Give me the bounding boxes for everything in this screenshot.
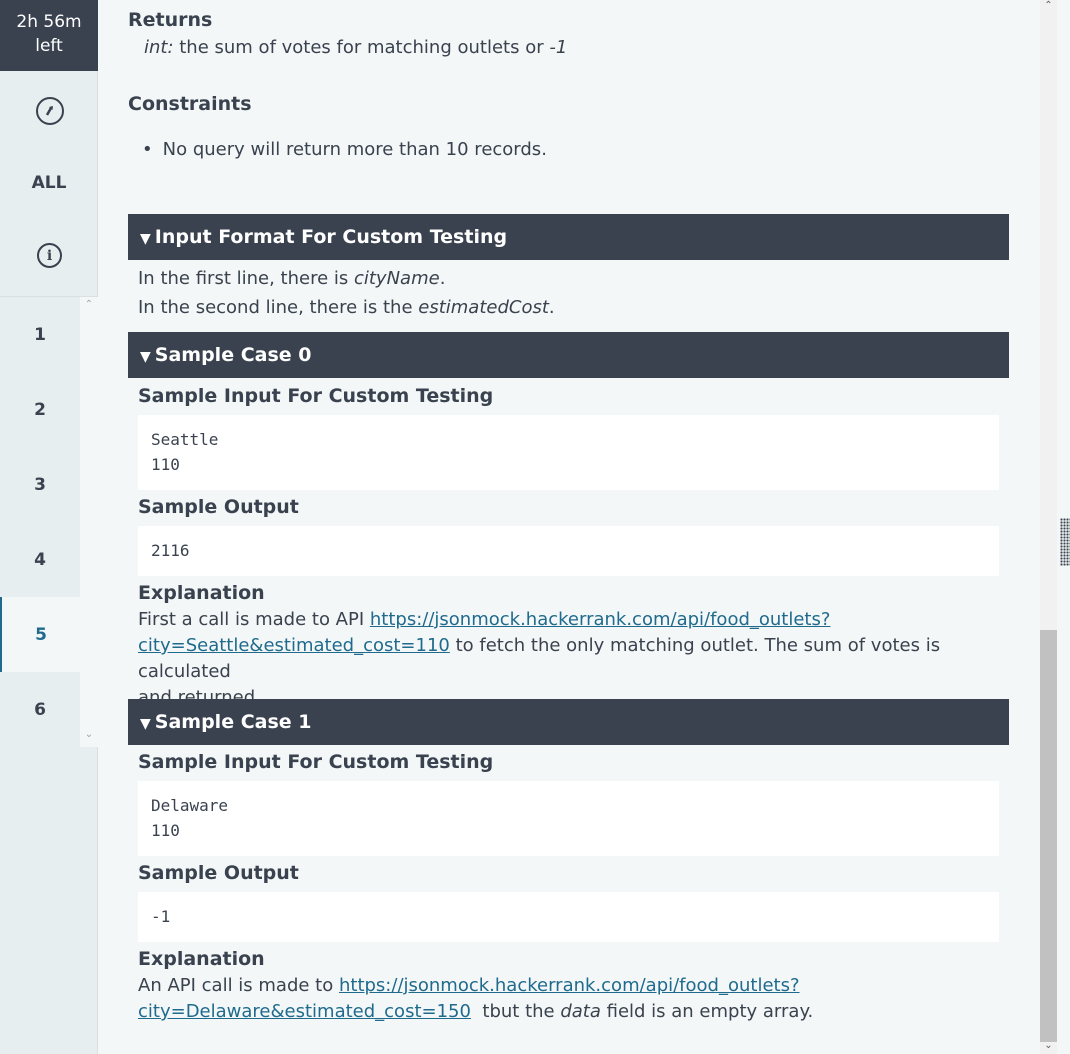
question-item-4[interactable]: 4 — [0, 522, 80, 597]
question-item-6[interactable]: 6 — [0, 672, 80, 747]
text: . — [548, 297, 555, 318]
sidebar: 2h 56m left ALL i 1 2 3 4 5 6 ⌃ ⌄ — [0, 0, 98, 1054]
question-list: 1 2 3 4 5 6 — [0, 297, 80, 747]
returns-heading: Returns — [128, 9, 213, 31]
returns-neg: -1 — [549, 37, 568, 58]
question-list-scrollbar[interactable]: ⌃ ⌄ — [80, 297, 98, 747]
page-scroll-down-icon[interactable]: ⌄ — [1040, 1040, 1057, 1051]
case0-input-block: Seattle 110 — [138, 415, 999, 490]
scroll-down-icon[interactable]: ⌄ — [83, 729, 95, 740]
sidebar-filler — [0, 747, 98, 1054]
redo-icon[interactable] — [36, 97, 64, 125]
text: field is an empty array. — [600, 1001, 814, 1022]
var-city-name: cityName — [353, 268, 440, 289]
var-estimated-cost: estimatedCost — [418, 297, 549, 318]
case1-explanation-text: An API call is made to https://jsonmock.… — [138, 973, 1008, 1025]
constraint-text: No query will return more than 10 record… — [162, 139, 547, 160]
returns-desc: the sum of votes for matching outlets or — [173, 37, 550, 58]
sidebar-tools: ALL i — [0, 71, 98, 297]
text: . — [439, 268, 446, 289]
page-scroll-up-icon[interactable]: ⌃ — [1040, 0, 1057, 11]
question-item-2[interactable]: 2 — [0, 372, 80, 447]
case1-input-line-2: 110 — [151, 821, 180, 840]
timer-value: 2h 56m — [16, 12, 82, 32]
text-line: First a call is made to API https://json… — [138, 607, 1008, 633]
case1-output-block: -1 — [138, 892, 999, 942]
input-format-line-1: In the first line, there is cityName. — [138, 265, 445, 292]
case0-explanation-heading: Explanation — [138, 582, 265, 604]
case1-input-heading: Sample Input For Custom Testing — [138, 751, 494, 773]
case1-input-line-1: Delaware — [151, 796, 229, 815]
case1-explanation-heading: Explanation — [138, 948, 265, 970]
input-format-line-2: In the second line, there is the estimat… — [138, 294, 555, 321]
constraint-item: • No query will return more than 10 recor… — [142, 136, 547, 163]
constraints-heading: Constraints — [128, 93, 252, 115]
case1-output-value: -1 — [151, 907, 171, 926]
var-data: data — [560, 1001, 601, 1022]
case0-input-line-2: 110 — [151, 455, 180, 474]
input-format-toggle[interactable]: ▼ Input Format For Custom Testing — [128, 214, 1009, 260]
bullet: • — [142, 139, 153, 160]
collapse-triangle-icon: ▼ — [140, 349, 151, 365]
text-line: city=Delaware&estimated_cost=150 tbut th… — [138, 999, 1008, 1025]
case1-output-heading: Sample Output — [138, 862, 299, 884]
text-line: An API call is made to https://jsonmock.… — [138, 973, 1008, 999]
sample-case-0-title: Sample Case 0 — [154, 344, 312, 366]
sample-case-0-toggle[interactable]: ▼ Sample Case 0 — [128, 332, 1009, 378]
case0-output-block: 2116 — [138, 526, 999, 576]
all-questions-button[interactable]: ALL — [0, 173, 98, 193]
text: First a call is made to API — [138, 609, 370, 630]
case0-output-heading: Sample Output — [138, 496, 299, 518]
redo-arrow-graphic — [45, 106, 53, 116]
text-line: city=Seattle&estimated_cost=110 to fetch… — [138, 633, 1008, 685]
timer-suffix: left — [35, 36, 63, 56]
text: In the second line, there is the — [138, 297, 419, 318]
question-item-1[interactable]: 1 — [0, 297, 80, 372]
text: An API call is made to — [138, 975, 339, 996]
case0-explanation-text: First a call is made to API https://json… — [138, 607, 1008, 711]
text: tbut the — [470, 1001, 561, 1022]
sample-case-1-title: Sample Case 1 — [154, 711, 312, 733]
case1-input-block: Delaware 110 — [138, 781, 999, 856]
question-item-3[interactable]: 3 — [0, 447, 80, 522]
case0-input-heading: Sample Input For Custom Testing — [138, 385, 494, 407]
collapse-triangle-icon: ▼ — [140, 231, 151, 247]
collapse-triangle-icon: ▼ — [140, 716, 151, 732]
scroll-up-icon[interactable]: ⌃ — [83, 299, 95, 310]
info-icon[interactable]: i — [37, 243, 62, 268]
returns-type: int: — [144, 37, 174, 58]
api-link-delaware-query[interactable]: city=Delaware&estimated_cost=150 — [138, 1001, 471, 1022]
text: In the first line, there is — [138, 268, 354, 289]
question-item-5[interactable]: 5 — [0, 597, 80, 672]
api-link-seattle-query[interactable]: city=Seattle&estimated_cost=110 — [138, 635, 450, 656]
api-link-seattle[interactable]: https://jsonmock.hackerrank.com/api/food… — [370, 609, 831, 630]
input-format-title: Input Format For Custom Testing — [154, 226, 508, 248]
sample-case-1-toggle[interactable]: ▼ Sample Case 1 — [128, 699, 1009, 745]
api-link-delaware[interactable]: https://jsonmock.hackerrank.com/api/food… — [339, 975, 800, 996]
returns-text: int: the sum of votes for matching outle… — [144, 34, 567, 61]
case0-output-value: 2116 — [151, 541, 190, 560]
time-remaining: 2h 56m left — [0, 0, 98, 71]
case0-input-line-1: Seattle — [151, 430, 219, 449]
problem-statement: Returns int: the sum of votes for matchi… — [98, 0, 1038, 1054]
resize-grip-icon[interactable] — [1060, 518, 1070, 566]
page-scrollbar-thumb[interactable] — [1040, 630, 1057, 1042]
